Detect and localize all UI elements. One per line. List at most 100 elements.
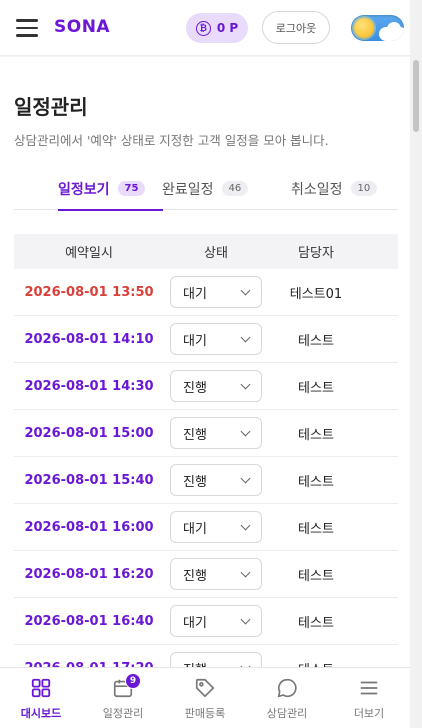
tab-label: 취소일정 bbox=[291, 181, 343, 198]
chevron-down-icon bbox=[240, 473, 251, 483]
page-scrollbar[interactable] bbox=[410, 0, 422, 728]
reservation-datetime: 2026-08-01 16:40 bbox=[24, 613, 154, 629]
staff-name: 테스트 bbox=[298, 474, 334, 490]
status-value: 대기 bbox=[183, 286, 207, 302]
chevron-down-icon bbox=[240, 567, 251, 577]
nav-item-sales[interactable]: 판매등록 bbox=[164, 668, 246, 728]
nav-label: 판매등록 bbox=[184, 706, 226, 720]
table-header: 예약일시 상태 담당자 bbox=[14, 234, 398, 269]
sun-icon bbox=[354, 18, 374, 38]
table-row[interactable]: 2026-08-01 16:00 대기 테스트 bbox=[14, 504, 398, 551]
nav-item-more[interactable]: 더보기 bbox=[328, 668, 410, 728]
tab-cancelled[interactable]: 취소일정 10 bbox=[291, 167, 378, 210]
tab-completed[interactable]: 완료일정 46 bbox=[162, 167, 249, 210]
points-value: 0 P bbox=[216, 21, 239, 35]
column-header-staff: 담당자 bbox=[298, 246, 334, 261]
staff-name: 테스트 bbox=[298, 615, 334, 631]
column-header-datetime: 예약일시 bbox=[65, 246, 113, 261]
reservation-datetime: 2026-08-01 15:00 bbox=[24, 425, 154, 441]
status-value: 대기 bbox=[183, 521, 207, 537]
table-row[interactable]: 2026-08-01 15:40 진행 테스트 bbox=[14, 457, 398, 504]
status-cell: 진행 bbox=[164, 464, 268, 496]
scrollbar-thumb[interactable] bbox=[413, 60, 419, 132]
table-row[interactable]: 2026-08-01 14:10 대기 테스트 bbox=[14, 316, 398, 363]
nav-label: 대시보드 bbox=[20, 706, 62, 720]
chevron-down-icon bbox=[240, 379, 251, 389]
chevron-down-icon bbox=[240, 332, 251, 342]
status-select[interactable]: 대기 bbox=[170, 511, 262, 543]
tag-icon bbox=[195, 678, 215, 697]
chevron-down-icon bbox=[240, 520, 251, 530]
staff-name: 테스트 bbox=[298, 380, 334, 396]
page-description: 상담관리에서 '예약' 상태로 지정한 고객 일정을 모아 봅니다. bbox=[14, 133, 329, 148]
status-select[interactable]: 대기 bbox=[170, 323, 262, 355]
staff-name: 테스트 bbox=[298, 568, 334, 584]
reservation-datetime: 2026-08-01 14:10 bbox=[24, 331, 154, 347]
table-row[interactable]: 2026-08-01 13:50 대기 테스트01 bbox=[14, 269, 398, 316]
status-value: 진행 bbox=[183, 474, 207, 490]
dashboard-icon bbox=[31, 678, 51, 697]
table-row[interactable]: 2026-08-01 15:00 진행 테스트 bbox=[14, 410, 398, 457]
status-cell: 대기 bbox=[164, 511, 268, 543]
status-cell: 대기 bbox=[164, 605, 268, 637]
column-header-status: 상태 bbox=[204, 246, 228, 261]
tab-count-badge: 10 bbox=[350, 181, 378, 196]
reservation-datetime: 2026-08-01 14:30 bbox=[24, 378, 154, 394]
theme-toggle[interactable] bbox=[351, 15, 404, 41]
nav-item-schedule[interactable]: 9 일정관리 bbox=[82, 668, 164, 728]
schedule-tabs: 일정보기 75 완료일정 46 취소일정 10 bbox=[14, 167, 398, 211]
status-select[interactable]: 대기 bbox=[170, 276, 262, 308]
bottom-navigation: 대시보드 9 일정관리 판매등록 상담관리 더보기 bbox=[0, 667, 410, 728]
chevron-down-icon bbox=[240, 426, 251, 436]
nav-label: 일정관리 bbox=[102, 706, 144, 720]
status-cell: 진행 bbox=[164, 370, 268, 402]
chevron-down-icon bbox=[240, 285, 251, 295]
notification-badge: 9 bbox=[125, 673, 141, 689]
status-select[interactable]: 진행 bbox=[170, 417, 262, 449]
menu-icon bbox=[360, 681, 378, 694]
logout-button[interactable]: 로그아웃 bbox=[262, 11, 330, 44]
status-cell: 대기 bbox=[164, 276, 268, 308]
hamburger-menu-icon[interactable] bbox=[16, 19, 38, 37]
staff-name: 테스트 bbox=[298, 333, 334, 349]
table-row[interactable]: 2026-08-01 16:40 대기 테스트 bbox=[14, 598, 398, 645]
status-cell: 진행 bbox=[164, 417, 268, 449]
status-select[interactable]: 진행 bbox=[170, 370, 262, 402]
tab-schedule-view[interactable]: 일정보기 75 bbox=[58, 167, 165, 211]
main-content: 일정관리 상담관리에서 '예약' 상태로 지정한 고객 일정을 모아 봅니다. … bbox=[0, 57, 410, 692]
table-row[interactable]: 2026-08-01 16:20 진행 테스트 bbox=[14, 551, 398, 598]
points-badge[interactable]: ₿ 0 P bbox=[186, 13, 248, 43]
tab-count-badge: 46 bbox=[221, 181, 249, 196]
status-select[interactable]: 진행 bbox=[170, 464, 262, 496]
status-select[interactable]: 대기 bbox=[170, 605, 262, 637]
tab-count-badge: 75 bbox=[117, 181, 146, 196]
table-body: 2026-08-01 13:50 대기 테스트01 2026-08-01 14:10 대… bbox=[14, 269, 398, 692]
status-value: 진행 bbox=[183, 568, 207, 584]
reservation-datetime: 2026-08-01 16:20 bbox=[24, 566, 154, 582]
tab-label: 완료일정 bbox=[162, 181, 214, 198]
status-value: 대기 bbox=[183, 615, 207, 631]
nav-item-consult[interactable]: 상담관리 bbox=[246, 668, 328, 728]
chevron-down-icon bbox=[240, 614, 251, 624]
staff-name: 테스트 bbox=[298, 521, 334, 537]
nav-label: 더보기 bbox=[353, 706, 385, 720]
nav-label: 상담관리 bbox=[266, 706, 308, 720]
table-row[interactable]: 2026-08-01 14:30 진행 테스트 bbox=[14, 363, 398, 410]
reservation-datetime: 2026-08-01 13:50 bbox=[24, 284, 154, 300]
app-header: SONA ₿ 0 P 로그아웃 bbox=[0, 0, 410, 56]
status-value: 진행 bbox=[183, 427, 207, 443]
nav-item-dashboard[interactable]: 대시보드 bbox=[0, 668, 82, 728]
cloud-icon bbox=[387, 22, 401, 36]
app-logo[interactable]: SONA bbox=[54, 17, 110, 37]
status-cell: 대기 bbox=[164, 323, 268, 355]
status-cell: 진행 bbox=[164, 558, 268, 590]
status-value: 대기 bbox=[183, 333, 207, 349]
schedule-table: 예약일시 상태 담당자 2026-08-01 13:50 대기 테스트01 2026-… bbox=[14, 234, 398, 692]
reservation-datetime: 2026-08-01 16:00 bbox=[24, 519, 154, 535]
staff-name: 테스트01 bbox=[289, 286, 343, 302]
status-value: 진행 bbox=[183, 380, 207, 396]
status-select[interactable]: 진행 bbox=[170, 558, 262, 590]
page-title: 일정관리 bbox=[14, 95, 88, 119]
reservation-datetime: 2026-08-01 15:40 bbox=[24, 472, 154, 488]
coin-icon: ₿ bbox=[195, 20, 211, 36]
